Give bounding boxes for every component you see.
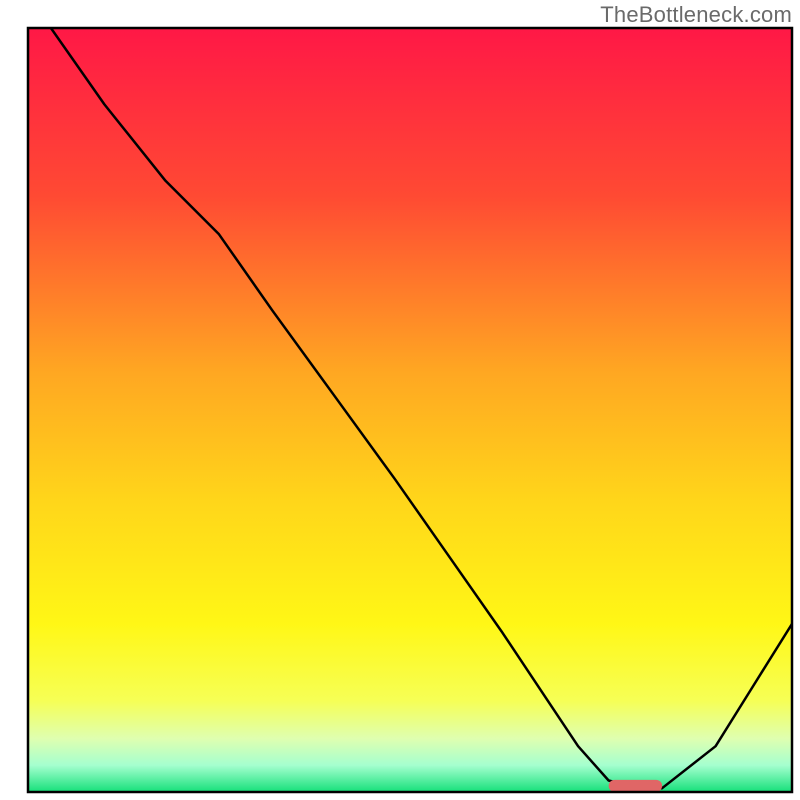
optimal-marker	[609, 780, 662, 792]
watermark-label: TheBottleneck.com	[600, 2, 792, 28]
bottleneck-chart: TheBottleneck.com	[0, 0, 800, 800]
chart-svg	[0, 0, 800, 800]
gradient-background	[28, 28, 792, 792]
